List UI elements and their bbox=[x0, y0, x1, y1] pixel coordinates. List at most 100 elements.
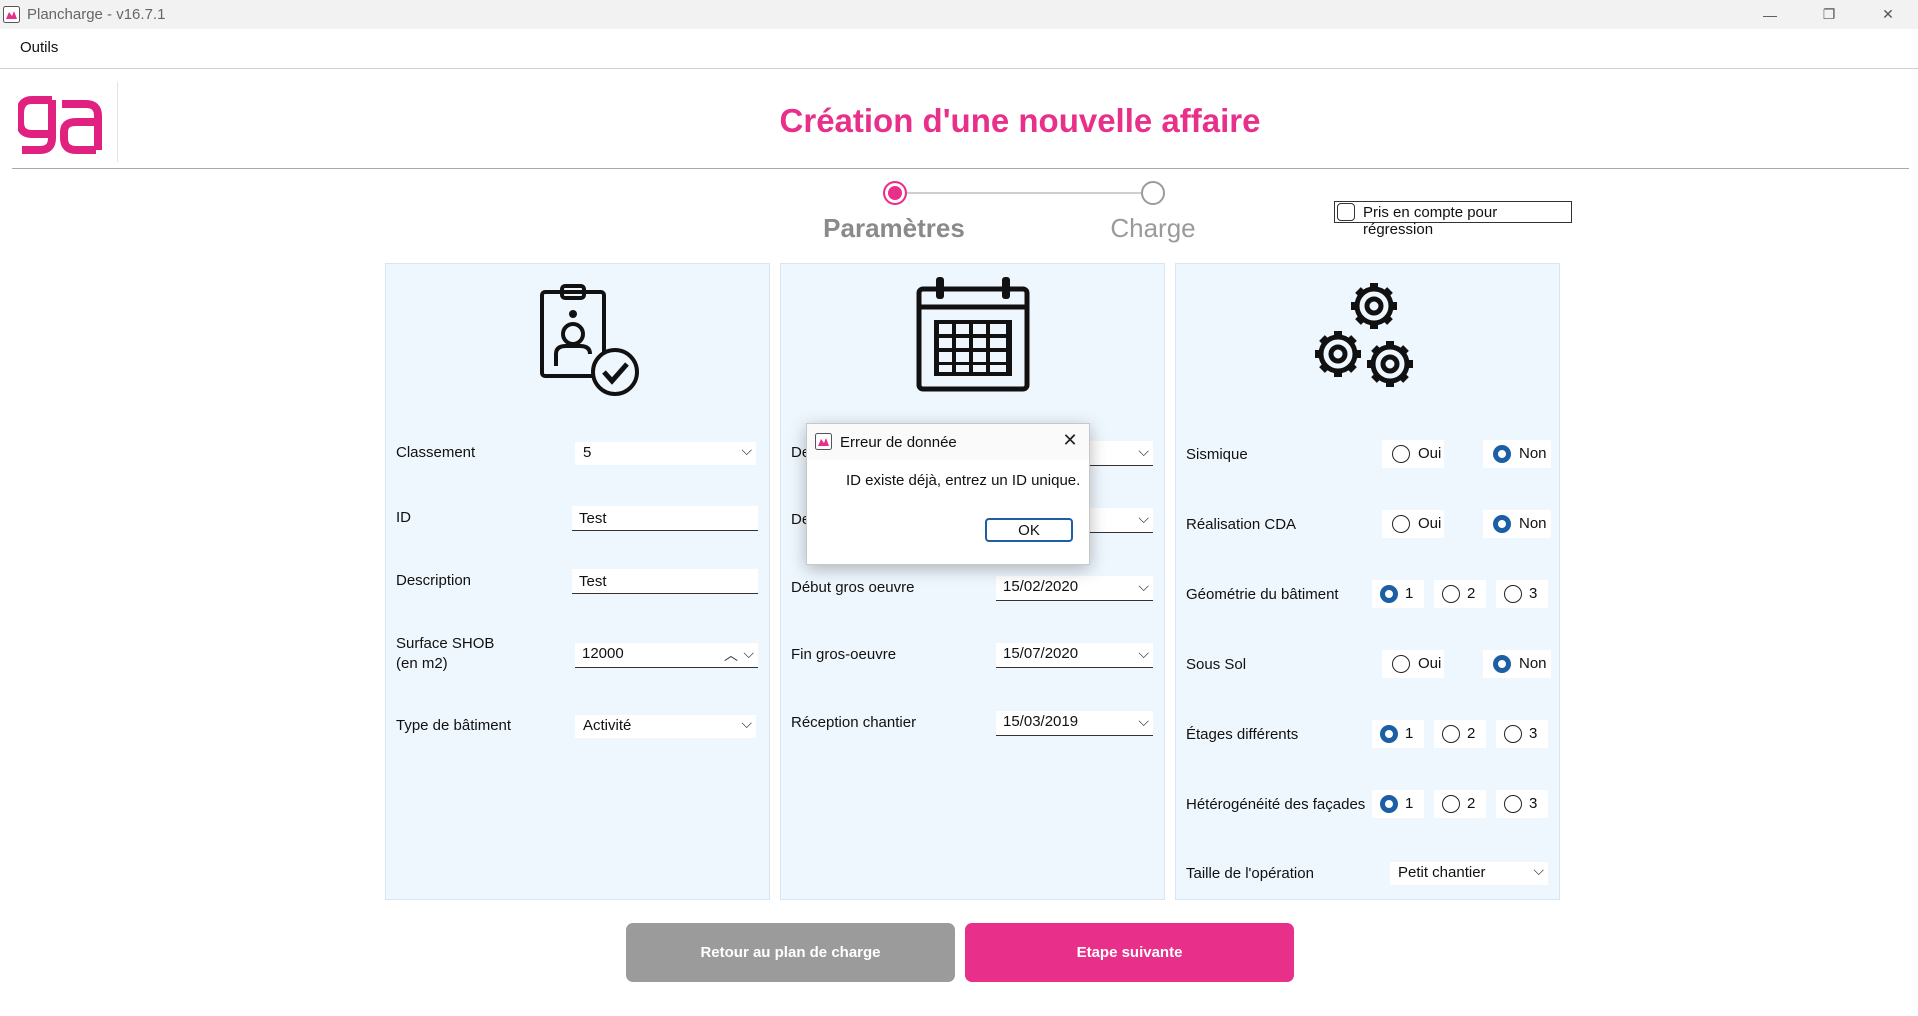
decrement-icon[interactable]: ⌵ bbox=[743, 645, 754, 662]
radio-button[interactable] bbox=[1442, 725, 1460, 743]
dialog-ok-button[interactable]: OK bbox=[985, 518, 1073, 542]
debut-go-label: Début gros oeuvre bbox=[791, 579, 915, 596]
logo-divider bbox=[117, 82, 118, 162]
taille-value: Petit chantier bbox=[1398, 864, 1486, 881]
company-logo bbox=[18, 96, 102, 154]
classement-value: 5 bbox=[583, 444, 592, 461]
debut-go-picker[interactable]: 15/02/2020 ⌵ bbox=[996, 576, 1153, 601]
chevron-down-icon: ⌵ bbox=[1138, 510, 1149, 526]
type-batiment-label: Type de bâtiment bbox=[396, 717, 512, 734]
radio-button-selected[interactable] bbox=[1493, 515, 1511, 533]
surface-label-line2: (en m2) bbox=[396, 655, 448, 672]
increment-icon[interactable]: ︿ bbox=[724, 645, 738, 665]
radio-label: 3 bbox=[1529, 725, 1538, 742]
etages-1[interactable]: 1 bbox=[1372, 720, 1424, 748]
radio-label: Non bbox=[1519, 515, 1547, 532]
dialog-close-icon[interactable]: ✕ bbox=[1059, 430, 1081, 451]
facades-1[interactable]: 1 bbox=[1372, 790, 1424, 818]
geometrie-3[interactable]: 3 bbox=[1496, 580, 1548, 608]
restore-button[interactable]: ❐ bbox=[1802, 0, 1856, 29]
chevron-down-icon: ⌵ bbox=[1138, 578, 1149, 594]
minimize-button[interactable]: — bbox=[1743, 0, 1797, 29]
facades-2[interactable]: 2 bbox=[1434, 790, 1486, 818]
surface-value: 12000 bbox=[582, 645, 624, 662]
cda-oui[interactable]: Oui bbox=[1382, 510, 1444, 538]
reception-value: 15/03/2019 bbox=[1003, 713, 1079, 730]
regression-label: Pris en compte pour régression bbox=[1363, 204, 1498, 238]
classement-select[interactable]: 5 ⌵ bbox=[575, 442, 756, 465]
next-step-button[interactable]: Etape suivante bbox=[965, 923, 1294, 982]
taille-select[interactable]: Petit chantier ⌵ bbox=[1390, 862, 1548, 885]
radio-label: 1 bbox=[1405, 585, 1414, 602]
classement-label: Classement bbox=[396, 444, 476, 461]
sismique-oui[interactable]: Oui bbox=[1382, 440, 1444, 468]
geometrie-2[interactable]: 2 bbox=[1434, 580, 1486, 608]
stepper-line bbox=[896, 192, 1154, 194]
dialog-titlebar: Erreur de donnée ✕ bbox=[807, 424, 1089, 460]
dialog-message: ID existe déjà, entrez un ID unique. bbox=[846, 472, 1081, 489]
radio-button-selected[interactable] bbox=[1493, 445, 1511, 463]
panel-general: Classement 5 ⌵ ID Test Description Test … bbox=[385, 263, 770, 900]
sous-sol-non[interactable]: Non bbox=[1483, 650, 1551, 678]
facades-label: Hétérogénéité des façades bbox=[1186, 796, 1366, 813]
app-icon bbox=[815, 433, 832, 450]
panel-dates: De ⌵ De ⌵ Début gros oeuvre 15/02/2020 ⌵… bbox=[780, 263, 1165, 900]
radio-button[interactable] bbox=[1504, 795, 1522, 813]
dialog-body: ID existe déjà, entrez un ID unique. OK bbox=[807, 460, 1089, 564]
description-input[interactable]: Test bbox=[572, 569, 758, 594]
dialog-title: Erreur de donnée bbox=[840, 434, 957, 451]
radio-button[interactable] bbox=[1504, 585, 1522, 603]
header-divider bbox=[12, 168, 1909, 169]
radio-button-selected[interactable] bbox=[1380, 725, 1398, 743]
chevron-down-icon: ⌵ bbox=[741, 715, 752, 731]
radio-label: 2 bbox=[1467, 585, 1476, 602]
app-icon bbox=[3, 6, 20, 23]
error-dialog: Erreur de donnée ✕ ID existe déjà, entre… bbox=[806, 423, 1090, 565]
facades-3[interactable]: 3 bbox=[1496, 790, 1548, 818]
reception-picker[interactable]: 15/03/2019 ⌵ bbox=[996, 711, 1153, 736]
etages-3[interactable]: 3 bbox=[1496, 720, 1548, 748]
fin-go-label: Fin gros-oeuvre bbox=[791, 646, 897, 663]
radio-label: 3 bbox=[1529, 585, 1538, 602]
radio-button[interactable] bbox=[1392, 445, 1410, 463]
regression-checkbox-group[interactable]: Pris en compte pour régression bbox=[1334, 201, 1572, 238]
id-input[interactable]: Test bbox=[572, 506, 758, 531]
step-parametres-dot[interactable] bbox=[883, 181, 907, 205]
etages-2[interactable]: 2 bbox=[1434, 720, 1486, 748]
chevron-down-icon: ⌵ bbox=[1533, 862, 1544, 878]
step-parametres-label: Paramètres bbox=[823, 213, 965, 243]
fin-go-value: 15/07/2020 bbox=[1003, 645, 1079, 662]
badge-check-icon bbox=[540, 284, 639, 396]
chevron-down-icon: ⌵ bbox=[1138, 443, 1149, 459]
radio-button[interactable] bbox=[1392, 655, 1410, 673]
sous-sol-oui[interactable]: Oui bbox=[1382, 650, 1444, 678]
radio-label: 1 bbox=[1405, 725, 1414, 742]
radio-button[interactable] bbox=[1442, 795, 1460, 813]
step-charge-dot[interactable] bbox=[1141, 181, 1165, 205]
type-batiment-select[interactable]: Activité ⌵ bbox=[575, 715, 756, 738]
chevron-down-icon: ⌵ bbox=[1138, 645, 1149, 661]
description-label: Description bbox=[396, 572, 472, 589]
regression-checkbox[interactable] bbox=[1337, 203, 1355, 221]
geometrie-1[interactable]: 1 bbox=[1372, 580, 1424, 608]
close-window-button[interactable]: ✕ bbox=[1861, 0, 1915, 29]
sismique-non[interactable]: Non bbox=[1483, 440, 1551, 468]
radio-button-selected[interactable] bbox=[1380, 795, 1398, 813]
cda-label: Réalisation CDA bbox=[1186, 516, 1297, 533]
etages-label: Étages différents bbox=[1186, 726, 1299, 743]
menu-outils[interactable]: Outils bbox=[20, 39, 58, 56]
chevron-down-icon: ⌵ bbox=[741, 442, 752, 458]
window-titlebar: Plancharge - v16.7.1 — ❐ ✕ bbox=[0, 0, 1918, 29]
radio-button[interactable] bbox=[1442, 585, 1460, 603]
fin-go-picker[interactable]: 15/07/2020 ⌵ bbox=[996, 643, 1153, 668]
radio-button[interactable] bbox=[1504, 725, 1522, 743]
cda-non[interactable]: Non bbox=[1483, 510, 1551, 538]
surface-stepper[interactable]: 12000 ︿ ⌵ bbox=[575, 643, 758, 668]
radio-button-selected[interactable] bbox=[1380, 585, 1398, 603]
radio-label: 2 bbox=[1467, 725, 1476, 742]
panel-options: Sismique Oui Non Réalisation CDA Oui Non… bbox=[1175, 263, 1560, 900]
radio-button[interactable] bbox=[1392, 515, 1410, 533]
sismique-label: Sismique bbox=[1186, 446, 1248, 463]
back-to-plan-button[interactable]: Retour au plan de charge bbox=[626, 923, 955, 982]
radio-button-selected[interactable] bbox=[1493, 655, 1511, 673]
